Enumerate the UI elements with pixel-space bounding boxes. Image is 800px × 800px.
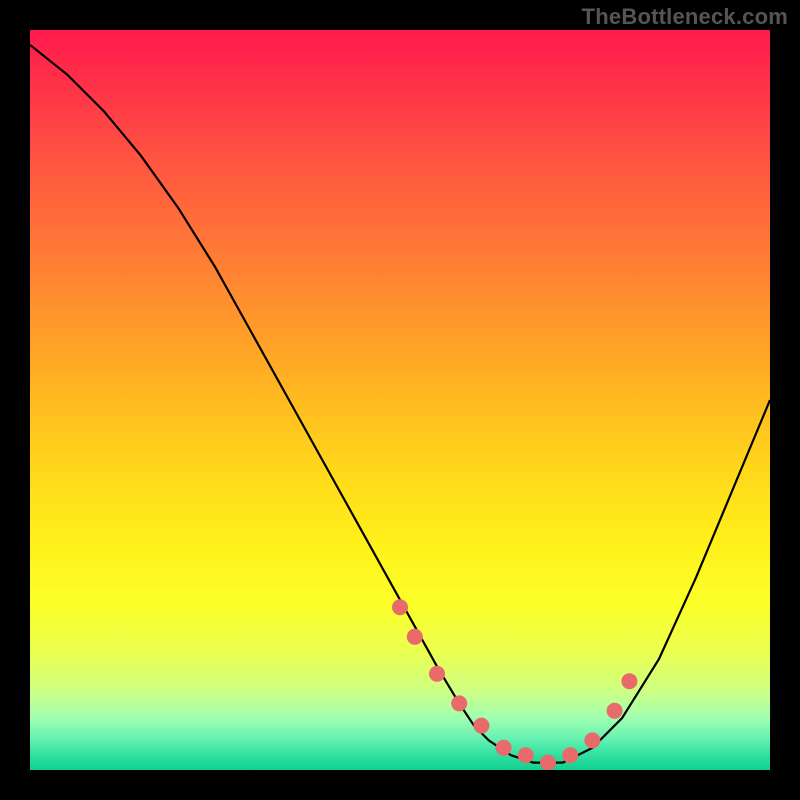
highlight-dot: [621, 673, 637, 689]
highlight-dot: [607, 703, 623, 719]
plot-area: [30, 30, 770, 770]
highlight-dot: [584, 732, 600, 748]
chart-frame: TheBottleneck.com: [0, 0, 800, 800]
highlight-dot: [429, 666, 445, 682]
highlight-markers: [392, 599, 637, 770]
highlight-dot: [562, 747, 578, 763]
highlight-dot: [473, 718, 489, 734]
bottleneck-curve: [30, 45, 770, 763]
highlight-dot: [451, 695, 467, 711]
curve-line: [30, 45, 770, 763]
highlight-dot: [540, 755, 556, 770]
highlight-dot: [496, 740, 512, 756]
highlight-dot: [407, 629, 423, 645]
highlight-dot: [392, 599, 408, 615]
chart-svg: [30, 30, 770, 770]
watermark-text: TheBottleneck.com: [582, 4, 788, 30]
highlight-dot: [518, 747, 534, 763]
